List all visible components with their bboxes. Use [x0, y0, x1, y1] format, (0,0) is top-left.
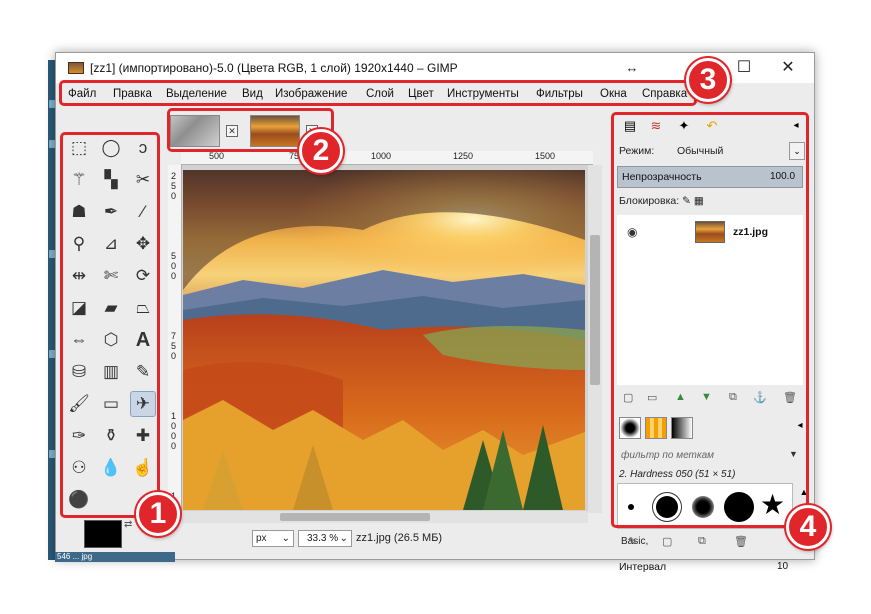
- ruler-label: 0: [171, 191, 177, 201]
- ruler-label: 0: [171, 421, 177, 431]
- ruler-label: 500: [209, 151, 225, 161]
- ruler-label: 5: [171, 341, 177, 351]
- annotation-frame-menu: [59, 80, 697, 106]
- ruler-label: 5: [171, 251, 177, 261]
- spacing-value[interactable]: 10: [777, 561, 788, 572]
- ruler-label: 1250: [453, 151, 474, 161]
- ruler-horizontal[interactable]: 500 750 1000 1250 1500: [181, 151, 593, 165]
- annotation-badge-1: 1: [136, 492, 180, 536]
- chevron-down-icon: ⌄: [281, 533, 290, 544]
- ruler-label: 1000: [371, 151, 392, 161]
- vertical-scrollbar[interactable]: [588, 165, 602, 513]
- close-button[interactable]: ✕: [772, 57, 804, 79]
- zoom-selector[interactable]: 33.3 % ⌄: [298, 530, 352, 547]
- status-bar: px ⌄ 33.3 % ⌄ zz1.jpg (26.5 МБ): [168, 527, 588, 549]
- annotation-frame-dock: [611, 112, 809, 528]
- image-canvas[interactable]: [183, 170, 585, 510]
- scroll-thumb[interactable]: [590, 235, 600, 385]
- delete-brush-icon[interactable]: 🗑: [734, 535, 748, 548]
- scroll-thumb[interactable]: [280, 513, 430, 521]
- ruler-label: 0: [171, 261, 177, 271]
- move-cursor-icon: ↔: [625, 60, 639, 75]
- foreground-color-swatch[interactable]: [84, 520, 122, 548]
- chevron-down-icon: ⌄: [339, 533, 348, 544]
- ruler-label: 1500: [535, 151, 556, 161]
- annotation-badge-2: 2: [299, 129, 343, 173]
- file-info: zz1.jpg (26.5 МБ): [356, 532, 443, 544]
- duplicate-brush-icon[interactable]: ⧉: [698, 535, 706, 548]
- unit-selector[interactable]: px ⌄: [252, 530, 294, 547]
- maximize-button[interactable]: ☐: [728, 57, 760, 79]
- annotation-frame-toolbox: [60, 132, 160, 518]
- window-title: [zz1] (импортировано)-5.0 (Цвета RGB, 1 …: [90, 61, 458, 75]
- app-icon: [68, 62, 84, 74]
- swap-colors-icon[interactable]: ⇄: [124, 519, 132, 530]
- taskbar-strip: 546 ... jpg: [55, 552, 175, 562]
- ruler-label: 0: [171, 271, 177, 281]
- ruler-label: 1: [171, 411, 177, 421]
- ruler-vertical[interactable]: 2 5 0 5 0 0 7 5 0 1 0 0 0 1: [168, 165, 182, 515]
- unit-value: px: [256, 533, 267, 544]
- screenshot-root: [zz1] (импортировано)-5.0 (Цвета RGB, 1 …: [0, 0, 871, 614]
- new-brush-icon[interactable]: ▢: [662, 535, 672, 548]
- horizontal-scrollbar[interactable]: [182, 511, 588, 523]
- annotation-badge-4: 4: [786, 505, 830, 549]
- taskbar-text: 546 ... jpg: [57, 552, 93, 561]
- ruler-label: 0: [171, 351, 177, 361]
- ruler-label: 0: [171, 441, 177, 451]
- zoom-value: 33.3 %: [307, 533, 339, 544]
- ruler-label: 7: [171, 331, 177, 341]
- spacing-slider[interactable]: Интервал 10: [617, 557, 803, 575]
- brush-buttons: ✎ ▢ ⧉ 🗑: [622, 533, 802, 551]
- edit-brush-icon[interactable]: ✎: [628, 535, 637, 548]
- annotation-badge-3: 3: [686, 58, 730, 102]
- ruler-label: 5: [171, 181, 177, 191]
- ruler-label: 0: [171, 431, 177, 441]
- ruler-label: 2: [171, 171, 177, 181]
- landscape-photo: [183, 170, 585, 510]
- spacing-label: Интервал: [619, 561, 667, 573]
